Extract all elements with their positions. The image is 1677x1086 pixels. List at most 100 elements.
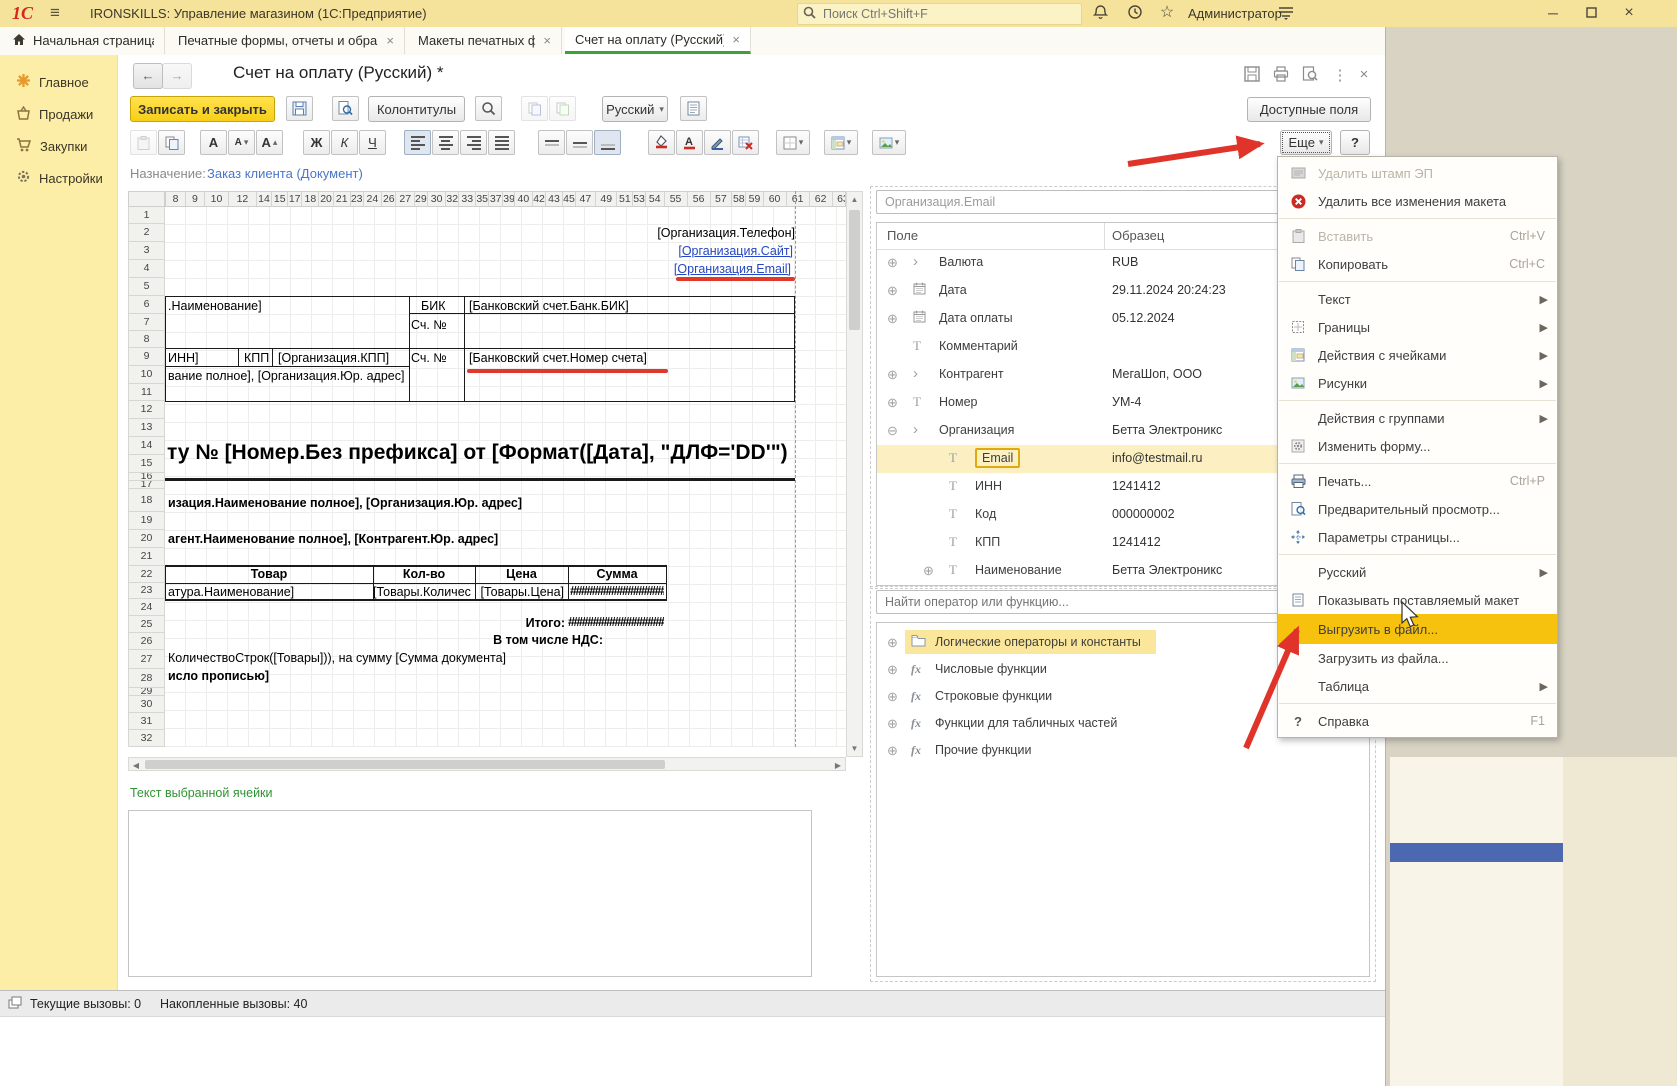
menu-item-18[interactable]: Русский▶ — [1278, 558, 1557, 586]
menu-item-16[interactable]: Параметры страницы... — [1278, 523, 1557, 551]
purpose-link[interactable]: Заказ клиента (Документ) — [207, 166, 363, 181]
column-header[interactable]: 8 — [166, 192, 186, 206]
column-header[interactable]: 49 — [596, 192, 618, 206]
column-header[interactable]: 35 — [476, 192, 489, 206]
tab-close-icon[interactable]: × — [386, 33, 394, 48]
menu-item-9[interactable]: Рисунки▶ — [1278, 369, 1557, 397]
sidebar-item-2[interactable]: Продажи — [0, 99, 117, 129]
row-header[interactable]: 18 — [128, 489, 165, 512]
row-header[interactable]: 25 — [128, 616, 165, 633]
column-header[interactable]: 58 — [732, 192, 746, 206]
column-header[interactable]: 10 — [205, 192, 230, 206]
available-fields-button[interactable]: Доступные поля — [1247, 97, 1371, 122]
align-right-button[interactable] — [460, 130, 487, 155]
expand-icon[interactable]: ⊕ — [887, 689, 898, 705]
borders-dropdown[interactable]: ▾ — [776, 130, 810, 155]
menu-item-12[interactable]: Изменить форму... — [1278, 432, 1557, 460]
column-header[interactable]: 45 — [563, 192, 576, 206]
menu-item-15[interactable]: Предварительный просмотр... — [1278, 495, 1557, 523]
column-header[interactable]: 61 — [787, 192, 810, 206]
row-header[interactable]: 22 — [128, 566, 165, 583]
column-header[interactable]: 24 — [364, 192, 383, 206]
menu-item-19[interactable]: Показывать поставляемый макет — [1278, 586, 1557, 614]
menu-item-7[interactable]: Границы▶ — [1278, 313, 1557, 341]
column-header[interactable]: 43 — [546, 192, 563, 206]
bold-button[interactable]: Ж — [303, 130, 330, 155]
column-header[interactable]: 26 — [382, 192, 396, 206]
expand-icon[interactable]: ⊕ — [923, 563, 934, 579]
row-header[interactable]: 26 — [128, 633, 165, 650]
nav-forward-button[interactable]: → — [162, 63, 192, 89]
scroll-right-icon[interactable]: ▶ — [833, 761, 843, 770]
row-header[interactable]: 16 — [128, 473, 165, 481]
menu-item-4[interactable]: КопироватьCtrl+C — [1278, 250, 1557, 278]
row-header[interactable]: 8 — [128, 331, 165, 348]
menu-item-24[interactable]: ?СправкаF1 — [1278, 707, 1557, 735]
row-header[interactable]: 30 — [128, 696, 165, 713]
column-header[interactable]: 23 — [351, 192, 364, 206]
fill-color-button[interactable] — [648, 130, 675, 155]
row-header[interactable]: 9 — [128, 348, 165, 366]
expand-icon[interactable]: ⊕ — [887, 662, 898, 678]
expand-icon[interactable]: ⊕ — [887, 743, 898, 759]
tab-3[interactable]: Счет на оплату (Русский) *× — [565, 27, 751, 54]
row-header[interactable]: 4 — [128, 260, 165, 278]
collapse-icon[interactable]: ⊖ — [887, 423, 898, 439]
row-header[interactable]: 27 — [128, 650, 165, 669]
border-color-button[interactable] — [704, 130, 731, 155]
copy-button[interactable] — [158, 130, 185, 155]
menu-item-14[interactable]: Печать...Ctrl+P — [1278, 467, 1557, 495]
row-header[interactable]: 10 — [128, 366, 165, 384]
preview-icon[interactable] — [1298, 66, 1322, 86]
column-header[interactable]: 29 — [415, 192, 428, 206]
service-menu-icon[interactable] — [1276, 4, 1296, 24]
row-header[interactable]: 20 — [128, 530, 165, 548]
column-header[interactable]: 40 — [515, 192, 534, 206]
cell-actions-dropdown[interactable]: ▾ — [824, 130, 858, 155]
menu-item-6[interactable]: Текст▶ — [1278, 285, 1557, 313]
hscroll-thumb[interactable] — [145, 760, 665, 769]
column-header[interactable]: 21 — [334, 192, 351, 206]
more-button[interactable]: Еще▾ — [1280, 130, 1332, 155]
font-color-button[interactable]: А — [676, 130, 703, 155]
expand-icon[interactable]: ⊕ — [887, 395, 898, 411]
search-input[interactable] — [821, 6, 1065, 22]
row-header[interactable]: 21 — [128, 548, 165, 566]
global-search[interactable] — [797, 3, 1082, 25]
row-header[interactable]: 2 — [128, 224, 165, 242]
font-bigger-button[interactable]: А▴ — [256, 130, 283, 155]
row-header[interactable]: 11 — [128, 384, 165, 401]
row-header[interactable]: 29 — [128, 688, 165, 696]
column-header[interactable]: 47 — [576, 192, 596, 206]
column-header[interactable]: 62 — [810, 192, 833, 206]
valign-bottom-button[interactable] — [594, 130, 621, 155]
copy-style-button[interactable] — [521, 96, 548, 121]
row-header[interactable]: 5 — [128, 278, 165, 296]
save-icon[interactable] — [1240, 66, 1264, 86]
scroll-up-icon[interactable]: ▲ — [847, 195, 862, 204]
column-header[interactable]: 60 — [764, 192, 787, 206]
column-header[interactable]: 12 — [229, 192, 256, 206]
sheet-vscrollbar[interactable]: ▲ ▼ — [846, 191, 863, 757]
save-button[interactable] — [286, 96, 313, 121]
valign-top-button[interactable] — [538, 130, 565, 155]
column-header[interactable]: 14 — [257, 192, 273, 206]
column-header[interactable]: 55 — [665, 192, 688, 206]
valign-center-button[interactable] — [566, 130, 593, 155]
vscroll-thumb[interactable] — [849, 210, 860, 330]
tab-close-icon[interactable]: × — [732, 32, 740, 47]
expand-icon[interactable]: ⊕ — [887, 311, 898, 327]
column-header[interactable]: 51 — [617, 192, 633, 206]
column-header[interactable]: 39 — [503, 192, 514, 206]
sidebar-item-4[interactable]: Настройки — [0, 163, 117, 193]
function-group-5[interactable]: ⊕fxПрочие функции — [877, 737, 1369, 764]
expand-icon[interactable]: ⊕ — [887, 283, 898, 299]
row-header[interactable]: 17 — [128, 481, 165, 489]
close-editor-icon[interactable]: × — [1352, 66, 1376, 86]
sheet-corner[interactable] — [128, 191, 165, 207]
main-menu-icon[interactable]: ≡ — [50, 5, 68, 21]
notifications-bell-icon[interactable] — [1090, 4, 1110, 24]
tab-1[interactable]: Печатные формы, отчеты и обработки× — [168, 27, 405, 54]
menu-item-21[interactable]: Загрузить из файла... — [1278, 644, 1557, 672]
column-header[interactable]: 37 — [489, 192, 503, 206]
